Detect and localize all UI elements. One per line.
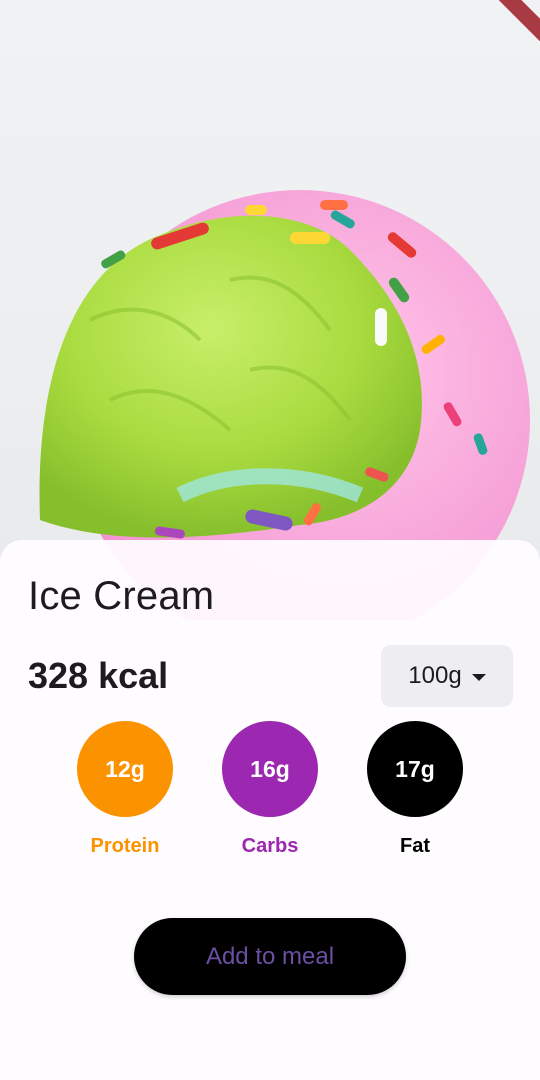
food-detail-screen: Ice Cream 328 kcal 100g 12g Protein 16g …	[0, 0, 540, 1080]
carbs-label: Carbs	[241, 835, 299, 857]
macro-protein: 12g Protein	[70, 721, 180, 858]
ice-cream-illustration	[39, 190, 530, 620]
food-photo	[0, 0, 540, 620]
food-detail-sheet: Ice Cream 328 kcal 100g 12g Protein 16g …	[0, 540, 540, 1080]
protein-circle: 12g	[77, 721, 173, 817]
fat-label: Fat	[400, 835, 430, 857]
macro-carbs: 16g Carbs	[215, 721, 325, 858]
food-title: Ice Cream	[28, 574, 215, 618]
macro-fat: 17g Fat	[360, 721, 470, 858]
calorie-count: 328 kcal	[28, 655, 169, 696]
protein-label: Protein	[90, 835, 160, 857]
protein-value: 12g	[105, 755, 145, 782]
caret-down-icon	[471, 673, 486, 681]
carbs-circle: 16g	[222, 721, 318, 817]
portion-value: 100g	[408, 662, 462, 689]
carbs-value: 16g	[250, 755, 290, 782]
add-to-meal-button[interactable]: Add to meal	[134, 918, 406, 995]
fat-circle: 17g	[367, 721, 463, 817]
fat-value: 17g	[395, 755, 435, 782]
portion-dropdown[interactable]: 100g	[381, 645, 513, 707]
